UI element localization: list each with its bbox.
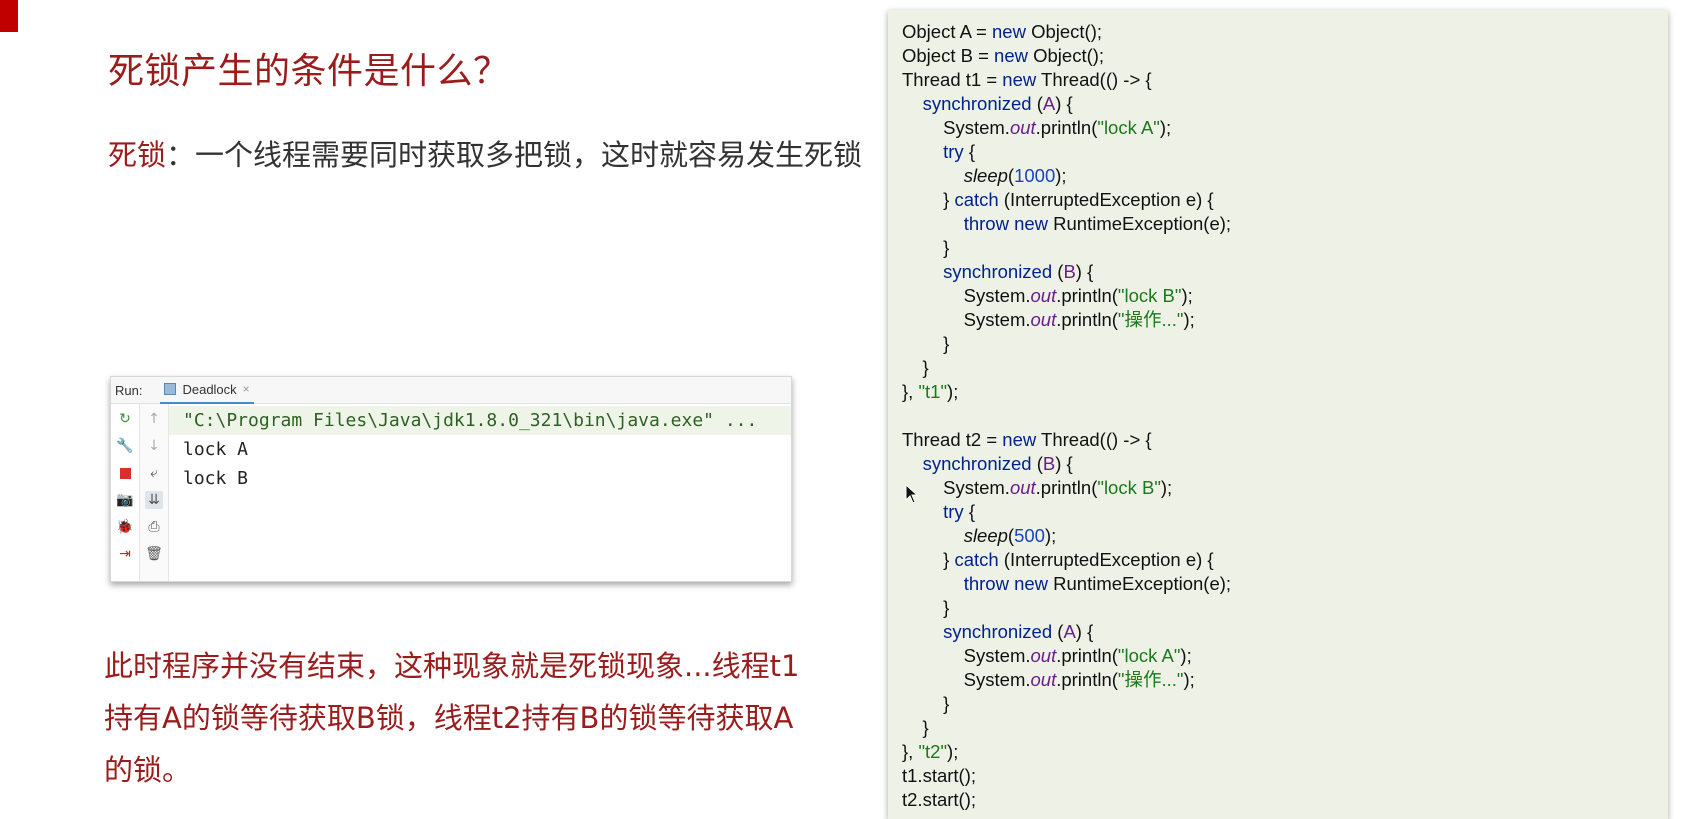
console-line: lock A	[183, 439, 249, 460]
run-toolbar-right: ↑ ↓ ⤶ ⇊ ⎙ 🗑	[140, 404, 169, 581]
scroll-to-end-icon[interactable]: ⇊	[145, 491, 163, 509]
console-line: lock B	[183, 468, 249, 489]
definition: 死锁：一个线程需要同时获取多把锁，这时就容易发生死锁	[108, 132, 862, 174]
app-config-icon	[164, 383, 177, 395]
exit-icon[interactable]: ⇥	[116, 545, 134, 563]
definition-text: ：一个线程需要同时获取多把锁，这时就容易发生死锁	[166, 138, 863, 172]
explanation-text: 此时程序并没有结束，这种现象就是死锁现象...线程t1持有A的锁等待获取B锁，线…	[104, 649, 800, 787]
debug-icon[interactable]: 🐞	[116, 518, 134, 536]
console-output[interactable]: "C:\Program Files\Java\jdk1.8.0_321\bin\…	[169, 404, 791, 581]
run-body: ↻ 🔧 📷 🐞 ⇥ ↑ ↓ ⤶ ⇊ ⎙ 🗑 "C:\Program Files\…	[111, 404, 791, 581]
camera-icon[interactable]: 📷	[116, 491, 134, 509]
trash-icon[interactable]: 🗑	[145, 545, 163, 563]
down-arrow-icon[interactable]: ↓	[145, 437, 163, 455]
slide-title: 死锁产生的条件是什么？	[108, 51, 510, 92]
wrench-icon[interactable]: 🔧	[116, 437, 134, 455]
code-block: Object A = new Object(); Object B = new …	[902, 21, 1232, 810]
up-arrow-icon[interactable]: ↑	[145, 410, 163, 428]
definition-term: 死锁	[108, 138, 167, 172]
soft-wrap-icon[interactable]: ⤶	[145, 464, 163, 482]
run-label: Run:	[115, 382, 143, 398]
code-panel: Object A = new Object(); Object B = new …	[888, 10, 1668, 819]
accent-bar	[0, 0, 18, 32]
close-icon[interactable]: ×	[243, 382, 250, 396]
run-tab-label: Deadlock	[182, 381, 237, 397]
run-header: Run: Deadlock ×	[111, 377, 791, 404]
print-icon[interactable]: ⎙	[145, 518, 163, 536]
run-tab-deadlock[interactable]: Deadlock ×	[160, 376, 254, 404]
run-toolbar-left: ↻ 🔧 📷 🐞 ⇥	[111, 404, 140, 581]
console-line: "C:\Program Files\Java\jdk1.8.0_321\bin\…	[169, 406, 791, 435]
rerun-icon[interactable]: ↻	[116, 410, 134, 428]
run-panel: Run: Deadlock × ↻ 🔧 📷 🐞 ⇥ ↑ ↓ ⤶ ⇊ ⎙ 🗑 "C…	[110, 376, 792, 582]
stop-icon[interactable]	[116, 464, 134, 482]
